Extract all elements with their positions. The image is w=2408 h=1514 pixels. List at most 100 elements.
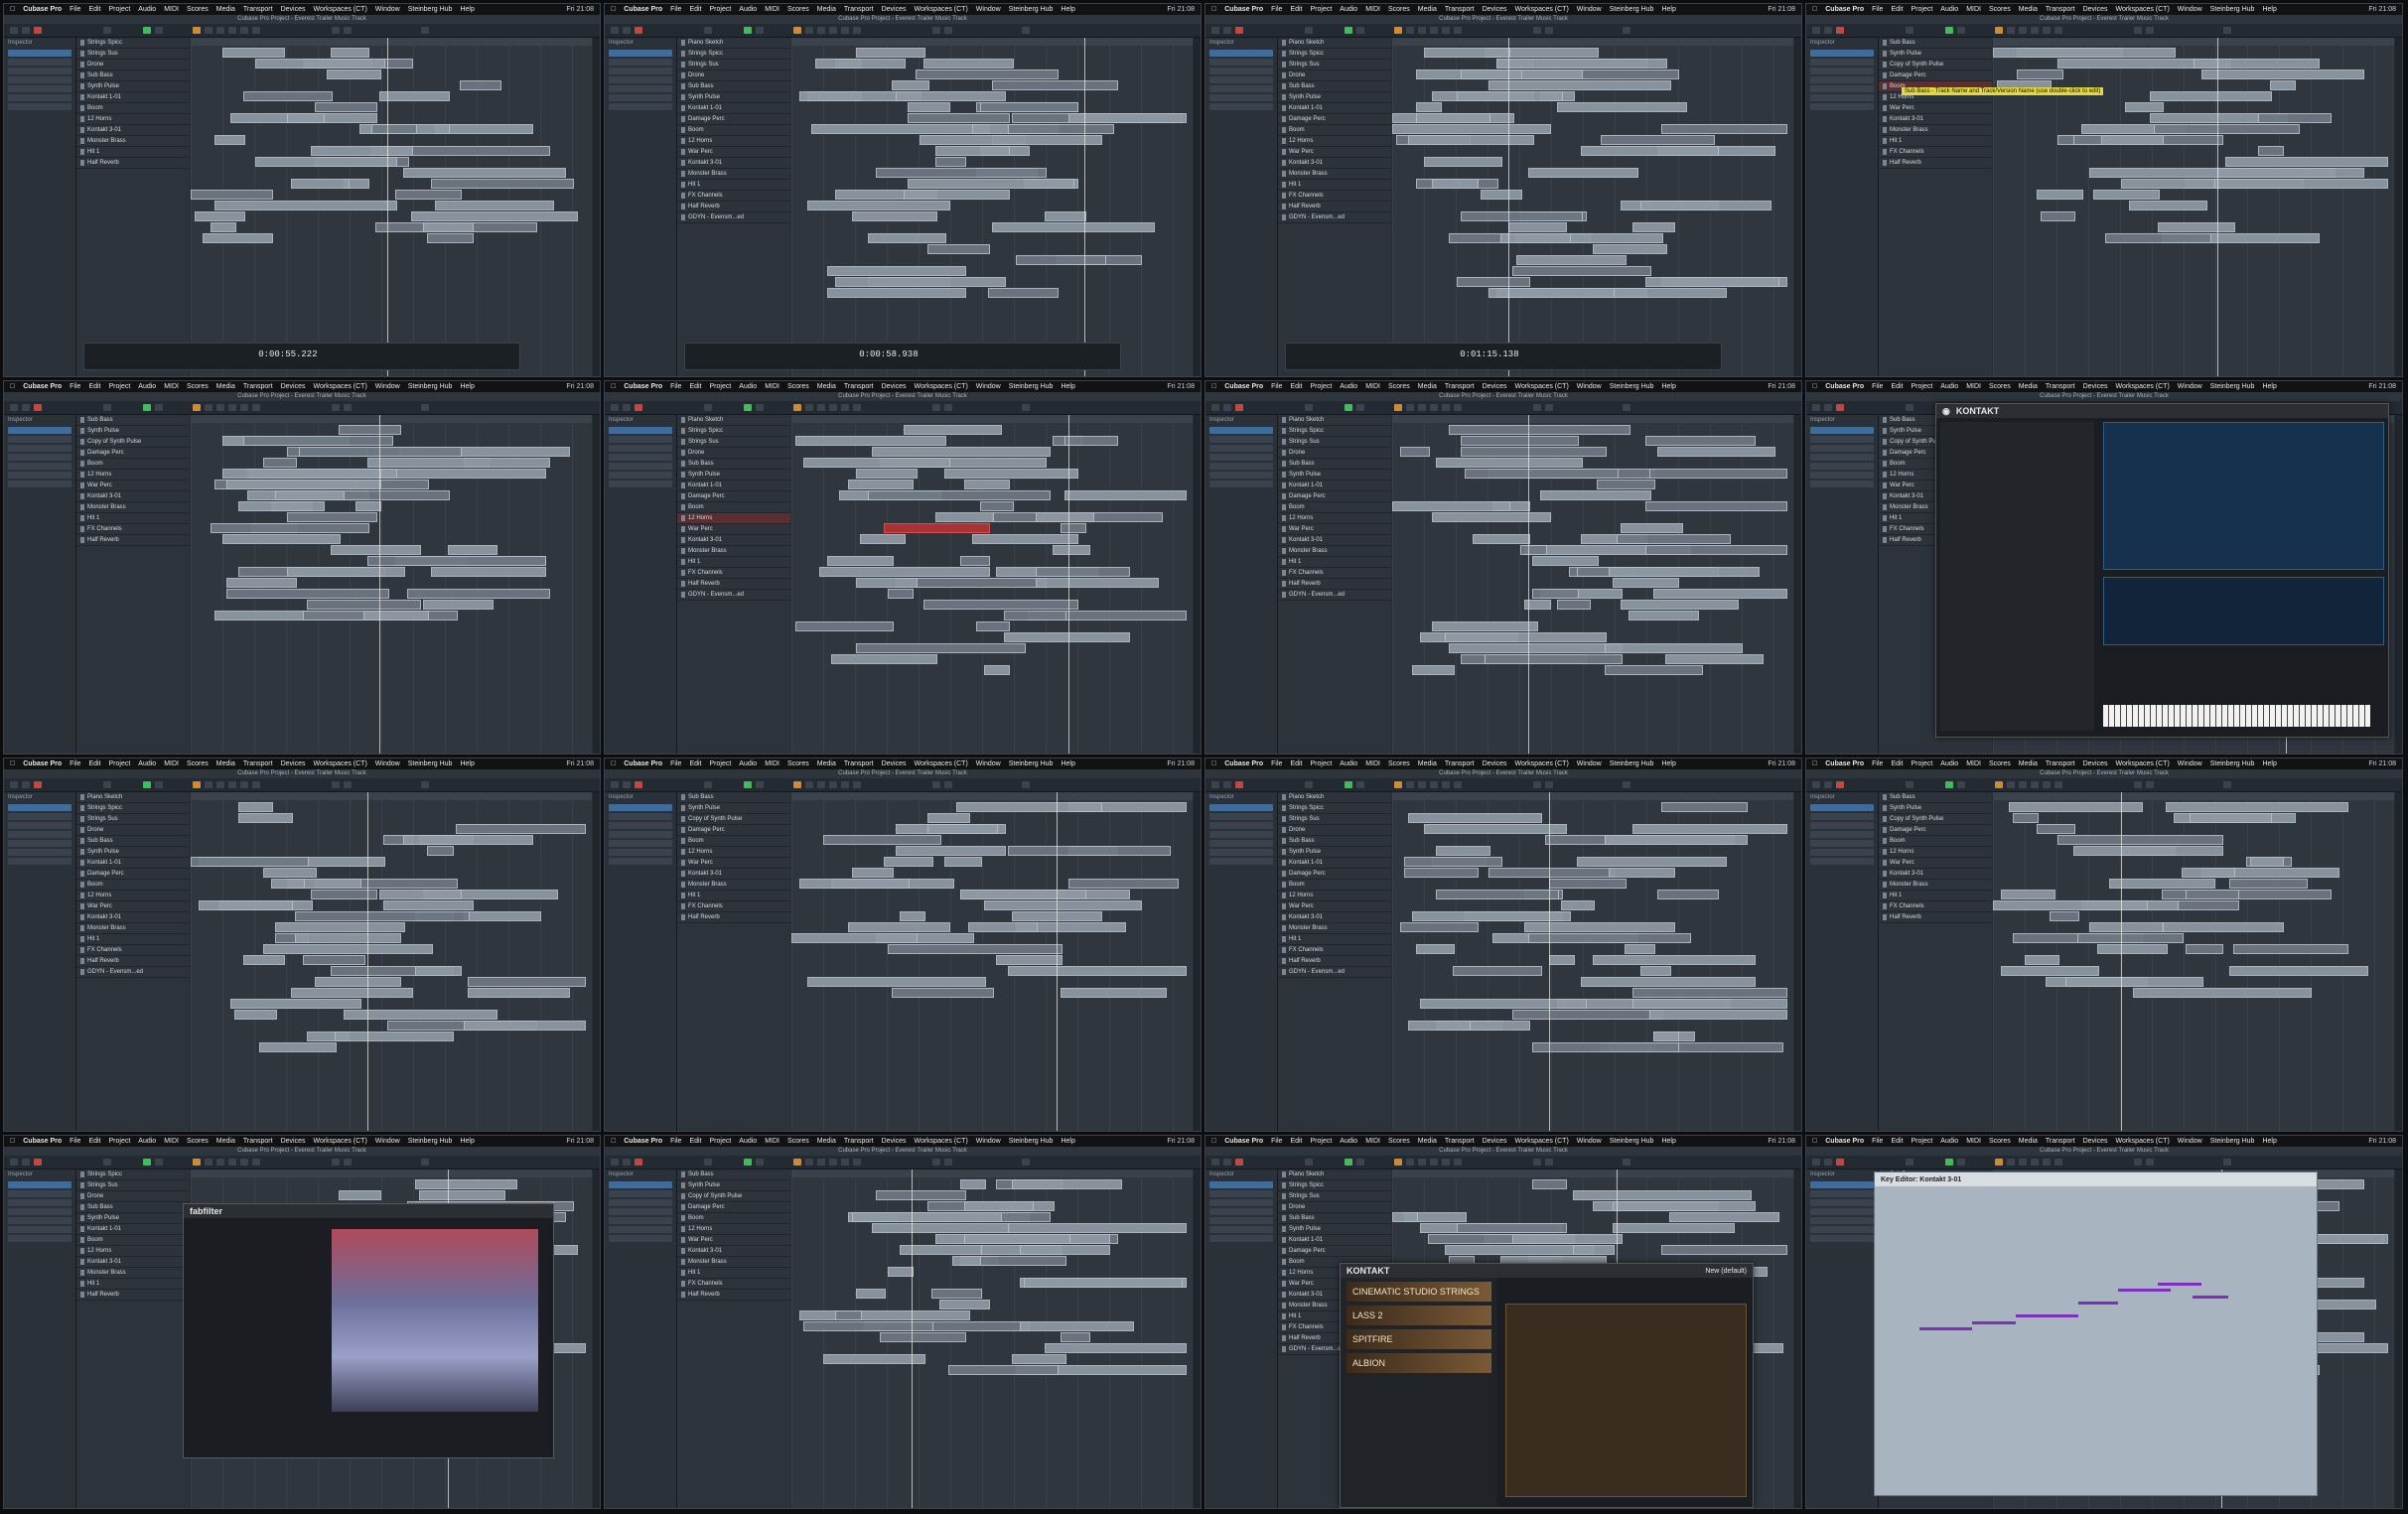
inspector-inserts[interactable]	[8, 454, 71, 461]
timeline-ruler[interactable]	[791, 1170, 1193, 1177]
track-row[interactable]: Kontakt 1-01	[76, 858, 190, 869]
activate-project-button[interactable]	[10, 404, 18, 411]
menu-transport[interactable]: Transport	[844, 383, 874, 390]
timeline-ruler[interactable]	[791, 38, 1193, 46]
menu-devices[interactable]: Devices	[882, 6, 907, 13]
track-row[interactable]: 12 Horns	[1278, 513, 1391, 524]
erase-tool-icon[interactable]	[841, 27, 849, 34]
automation-mode-button[interactable]	[704, 404, 712, 411]
menu-app-name[interactable]: Cubase Pro	[1224, 760, 1263, 767]
inspector-track-name[interactable]	[1810, 804, 1874, 811]
menu-workspaces[interactable]: Workspaces (CT)	[313, 6, 366, 13]
stop-icon[interactable]	[1356, 781, 1364, 788]
kontakt-preset[interactable]: New (default)	[1705, 1268, 1747, 1275]
menu-file[interactable]: File	[70, 383, 80, 390]
menu-scores[interactable]: Scores	[187, 6, 209, 13]
inspector-track-name[interactable]	[1810, 1181, 1874, 1188]
track-row[interactable]: Strings Sus	[1278, 437, 1391, 448]
constrain-delay-button[interactable]	[1223, 1159, 1231, 1166]
track-row[interactable]: Drone	[1278, 825, 1391, 836]
track-row[interactable]: Synth Pulse	[76, 426, 190, 437]
playhead-cursor[interactable]	[1528, 415, 1530, 754]
menu-scores[interactable]: Scores	[1989, 6, 2011, 13]
inspector-inserts[interactable]	[1810, 831, 1874, 838]
grid-type-select[interactable]	[1545, 27, 1553, 34]
menu-scores[interactable]: Scores	[1989, 1138, 2011, 1145]
automation-mode-button[interactable]	[1906, 781, 1913, 788]
range-tool-icon[interactable]	[805, 1159, 813, 1166]
key-editor-window[interactable]: Key Editor: Kontakt 3-01	[1874, 1171, 2318, 1496]
constrain-delay-button[interactable]	[623, 1159, 631, 1166]
activate-project-button[interactable]	[1211, 27, 1219, 34]
midi-part[interactable]	[1408, 1021, 1471, 1031]
midi-part[interactable]	[967, 922, 1039, 932]
inspector-inserts[interactable]	[1810, 1208, 1874, 1215]
inspector-inserts[interactable]	[1209, 454, 1273, 461]
midi-part[interactable]	[315, 977, 402, 987]
activate-project-button[interactable]	[10, 27, 18, 34]
inspector-tab[interactable]: Inspector	[1806, 415, 1878, 425]
inspector-inserts[interactable]	[1810, 454, 1874, 461]
track-row[interactable]: Drone	[76, 825, 190, 836]
snap-toggle-button[interactable]	[332, 781, 340, 788]
range-tool-icon[interactable]	[205, 27, 212, 34]
vertical-scrollbar[interactable]	[593, 38, 600, 376]
inspector-inserts[interactable]	[1209, 1208, 1273, 1215]
track-row[interactable]: War Perc	[677, 1235, 790, 1246]
inspector-eq[interactable]	[1209, 840, 1273, 847]
split-tool-icon[interactable]	[1418, 404, 1426, 411]
track-row[interactable]: Kontakt 1-01	[1278, 858, 1391, 869]
record-icon[interactable]	[635, 27, 642, 34]
menu-devices[interactable]: Devices	[281, 383, 306, 390]
midi-part[interactable]	[222, 48, 285, 58]
play-icon[interactable]	[744, 1159, 752, 1166]
vertical-scrollbar[interactable]	[1194, 792, 1201, 1131]
menu-edit[interactable]: Edit	[689, 383, 701, 390]
menu-edit[interactable]: Edit	[1891, 383, 1903, 390]
constrain-delay-button[interactable]	[1223, 27, 1231, 34]
grid-type-select[interactable]	[344, 781, 352, 788]
menu-window[interactable]: Window	[1577, 760, 1602, 767]
menu-media[interactable]: Media	[2019, 383, 2038, 390]
midi-part[interactable]	[455, 824, 586, 834]
midi-part[interactable]	[191, 857, 310, 867]
track-row[interactable]: War Perc	[1879, 103, 1992, 114]
menu-help[interactable]: Help	[1061, 383, 1074, 390]
inspector-routing[interactable]	[1810, 1199, 1874, 1206]
midi-part[interactable]	[1404, 857, 1503, 867]
midi-part[interactable]	[879, 1332, 966, 1342]
menu-audio[interactable]: Audio	[1940, 6, 1958, 13]
menu-transport[interactable]: Transport	[243, 760, 273, 767]
inspector-track-name[interactable]	[1209, 427, 1273, 434]
midi-part[interactable]	[2093, 190, 2160, 200]
menu-window[interactable]: Window	[976, 6, 1001, 13]
playhead-cursor[interactable]	[2217, 38, 2219, 376]
menu-project[interactable]: Project	[1912, 760, 1933, 767]
menu-app-name[interactable]: Cubase Pro	[624, 6, 662, 13]
inspector-quick-controls[interactable]	[8, 1235, 71, 1242]
menu-scores[interactable]: Scores	[787, 6, 809, 13]
menu-workspaces[interactable]: Workspaces (CT)	[1514, 6, 1568, 13]
track-row[interactable]: GDYN - Evensm...ed	[1278, 967, 1391, 978]
playhead-cursor[interactable]	[1548, 792, 1550, 1131]
track-row[interactable]: Monster Brass	[1278, 546, 1391, 557]
midi-part[interactable]	[1621, 523, 1683, 533]
midi-part[interactable]	[855, 1289, 886, 1299]
midi-part[interactable]	[234, 1010, 277, 1020]
midi-part[interactable]	[1629, 611, 1700, 620]
menu-audio[interactable]: Audio	[1340, 383, 1357, 390]
track-row[interactable]: Strings Spicc	[677, 49, 790, 60]
midi-part[interactable]	[1532, 556, 1600, 566]
track-row[interactable]: Damage Perc	[1278, 869, 1391, 880]
midi-part[interactable]	[214, 201, 398, 210]
snap-toggle-button[interactable]	[332, 27, 340, 34]
midi-part[interactable]	[378, 91, 450, 101]
inspector-routing[interactable]	[609, 1199, 672, 1206]
snap-toggle-button[interactable]	[1533, 404, 1541, 411]
timeline-ruler[interactable]	[1392, 792, 1793, 800]
object-select-tool-icon[interactable]	[1394, 27, 1402, 34]
midi-part[interactable]	[331, 48, 369, 58]
midi-part[interactable]	[916, 69, 1059, 79]
menu-project[interactable]: Project	[710, 1138, 732, 1145]
midi-part[interactable]	[855, 643, 1027, 653]
